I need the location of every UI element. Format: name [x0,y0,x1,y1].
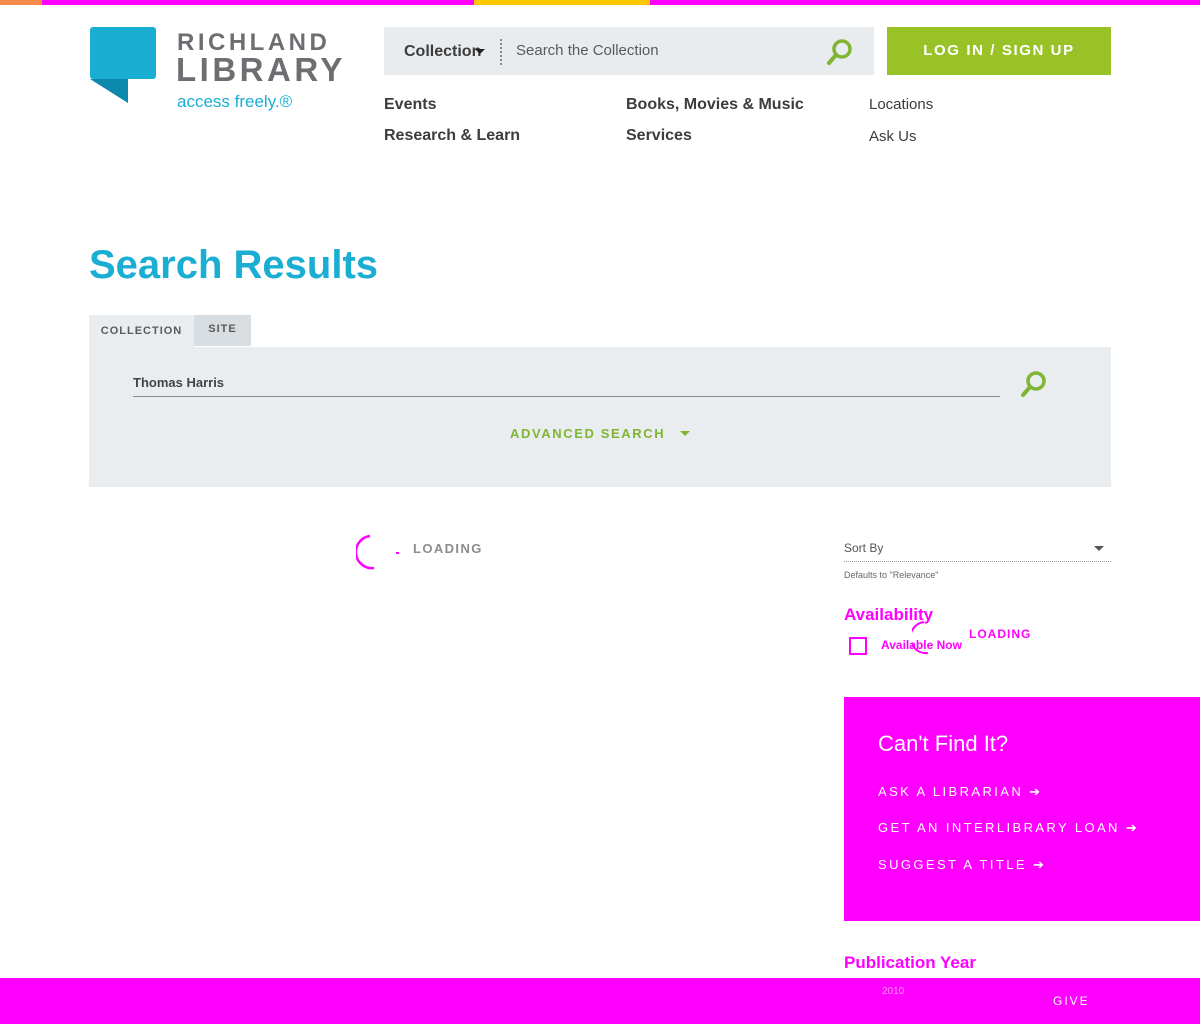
login-signup-button[interactable]: LOG IN / SIGN UP [887,27,1111,75]
nav-link-events[interactable]: Events [384,96,436,114]
results-loading-text: LOADING [413,541,483,556]
page-title: Search Results [89,243,379,287]
chevron-down-icon[interactable] [475,49,485,54]
top-color-stripe [0,0,1200,5]
speech-bubble-logo-icon [90,27,156,103]
cant-find-it-heading: Can't Find It? [878,731,1009,756]
search-divider [500,39,502,65]
tab-collection[interactable]: COLLECTION [89,315,194,348]
stripe-segment-orange [0,0,42,5]
sort-default-hint: Defaults to "Relevance" [844,570,939,580]
header-search-bar: Collection Search the Collection [384,27,874,75]
search-scope-dropdown[interactable]: Collection [404,43,481,61]
stripe-segment-magenta-2 [650,0,1200,5]
facet-heading-publication-year: Publication Year [844,953,976,972]
nav-link-research-learn[interactable]: Research & Learn [384,127,520,145]
nav-link-ask-us[interactable]: Ask Us [869,128,917,145]
nav-link-services[interactable]: Services [626,127,692,145]
logo-word-library: LIBRARY [176,51,346,88]
search-icon[interactable] [1020,370,1048,398]
nav-link-books-movies-music[interactable]: Books, Movies & Music [626,96,804,114]
search-icon[interactable] [826,38,854,66]
search-input-underline [133,396,1000,397]
search-panel: Thomas Harris ADVANCED SEARCH [89,347,1111,487]
available-now-checkbox[interactable] [849,637,867,655]
sort-by-select[interactable]: Sort By [844,541,883,555]
search-query-input[interactable]: Thomas Harris [133,375,224,390]
publication-year-value: 2010 [882,986,905,997]
tab-site[interactable]: SITE [194,315,251,346]
footer-bar: 2010 GIVE [0,978,1200,1024]
logo-tagline: access freely.® [177,92,293,111]
richland-library-logo[interactable]: RICHLAND LIBRARY access freely.® [90,27,350,117]
chevron-down-icon[interactable] [1094,546,1104,551]
advanced-search-toggle[interactable]: ADVANCED SEARCH [510,426,665,441]
give-link[interactable]: GIVE [1053,994,1090,1008]
cant-find-it-box: Can't Find It? ASK A LIBRARIAN ➔ GET AN … [844,697,1200,921]
ask-a-librarian-link[interactable]: ASK A LIBRARIAN ➔ [878,784,1042,800]
header-search-input[interactable]: Search the Collection [516,42,659,59]
facet-loading-text: LOADING [969,627,1032,641]
suggest-a-title-link[interactable]: SUGGEST A TITLE ➔ [878,857,1046,873]
sort-select-underline [844,561,1111,562]
stripe-segment-yellow [474,0,650,5]
interlibrary-loan-link[interactable]: GET AN INTERLIBRARY LOAN ➔ [878,820,1139,836]
chevron-down-icon[interactable] [680,431,690,436]
loading-spinner-icon [912,621,929,655]
nav-link-locations[interactable]: Locations [869,96,933,113]
stripe-segment-magenta [42,0,474,5]
loading-spinner-icon [356,534,399,570]
